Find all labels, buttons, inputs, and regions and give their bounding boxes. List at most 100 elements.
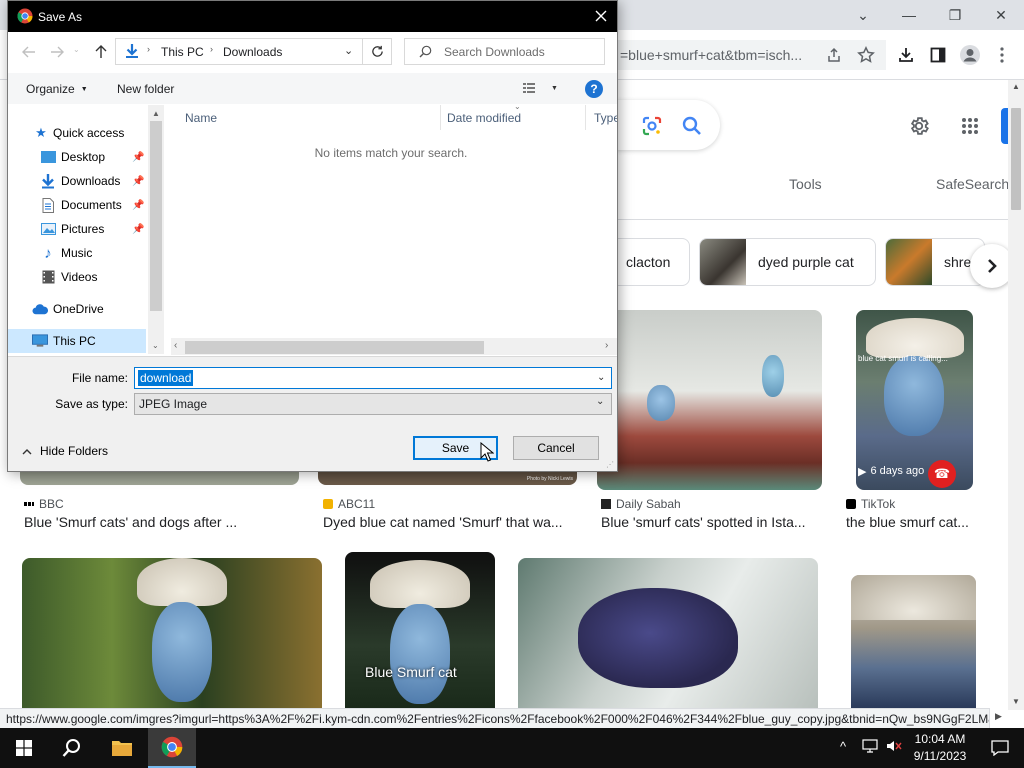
nav-item-this-pc[interactable]: This PC	[8, 329, 146, 353]
close-window-button[interactable]: ✕	[978, 0, 1024, 30]
address-breadcrumb[interactable]: › This PC › Downloads ⌄	[115, 38, 363, 65]
result-image-daily-sabah[interactable]	[597, 310, 822, 490]
result-title-bbc[interactable]: Blue 'Smurf cats' and dogs after ...	[24, 514, 304, 530]
taskbar-search-button[interactable]	[48, 728, 96, 768]
result-image-tiktok[interactable]: blue cat smurf is calling... ▶ 6 days ag…	[856, 310, 973, 490]
apps-grid-icon[interactable]	[958, 114, 982, 138]
result-source-bbc[interactable]: BBC	[24, 497, 64, 511]
tools-tab[interactable]: Tools	[789, 176, 822, 192]
nav-item-desktop[interactable]: Desktop 📌	[8, 145, 148, 169]
nav-item-onedrive[interactable]: OneDrive	[8, 297, 148, 321]
save-as-type-select[interactable]: JPEG Image ⌄	[134, 393, 612, 415]
result-title-tiktok[interactable]: the blue smurf cat...	[846, 514, 986, 530]
nav-item-pictures[interactable]: Pictures 📌	[8, 217, 148, 241]
download-icon[interactable]	[894, 43, 918, 67]
chrome-taskbar-button[interactable]	[148, 728, 196, 768]
pin-icon: 📌	[132, 223, 145, 235]
restore-button[interactable]: ❐	[932, 0, 978, 30]
sort-indicator-icon: ⌄	[514, 102, 521, 111]
back-button[interactable]	[18, 41, 40, 63]
column-name[interactable]: Name	[165, 105, 441, 130]
result-source-abc11[interactable]: ABC11	[323, 497, 375, 511]
resize-grip-icon[interactable]: ⋰	[606, 460, 614, 469]
result-source-tiktok[interactable]: TikTok	[846, 497, 895, 511]
bookmark-star-icon[interactable]	[854, 43, 878, 67]
back-arrow-icon	[22, 46, 35, 58]
share-icon[interactable]	[822, 43, 846, 67]
start-button[interactable]	[0, 728, 48, 768]
hide-folders-button[interactable]: Hide Folders	[22, 444, 108, 458]
side-panel-icon[interactable]	[926, 43, 950, 67]
search-icon[interactable]	[680, 114, 704, 138]
taskbar-clock-date[interactable]: 9/11/2023	[905, 749, 975, 763]
forward-button[interactable]	[46, 41, 68, 63]
dialog-close-button[interactable]	[588, 4, 614, 28]
page-scrollbar-thumb[interactable]	[1011, 108, 1021, 210]
breadcrumb-separator-icon: ›	[147, 44, 150, 54]
hscroll-right-icon[interactable]: ›	[605, 340, 608, 351]
dialog-title-bar[interactable]: Save As	[8, 1, 617, 32]
result-image-smurf-closeup[interactable]	[851, 575, 976, 708]
breadcrumb-downloads[interactable]: Downloads	[223, 45, 282, 59]
nav-item-quick-access[interactable]: ★ Quick access	[8, 121, 148, 145]
cancel-button[interactable]: Cancel	[513, 436, 599, 460]
nav-scroll-thumb[interactable]	[150, 121, 162, 311]
refresh-button[interactable]	[363, 38, 392, 65]
notification-center-button[interactable]	[976, 728, 1024, 768]
smurf-cat-figure	[152, 602, 212, 702]
safesearch-tab[interactable]: SafeSearch	[936, 176, 1009, 192]
organize-button[interactable]: Organize ▼	[26, 82, 88, 96]
help-icon[interactable]: ?	[585, 80, 603, 98]
show-hidden-icons-chevron-icon[interactable]: ^	[840, 739, 846, 754]
tab-search-button[interactable]: ⌄	[840, 0, 886, 30]
settings-gear-icon[interactable]	[906, 113, 932, 139]
lens-camera-icon[interactable]	[640, 114, 664, 138]
organize-dropdown-icon: ▼	[80, 85, 88, 93]
nav-item-downloads[interactable]: Downloads 📌	[8, 169, 148, 193]
chrome-menu-icon[interactable]	[990, 43, 1014, 67]
result-image-smurf-forest[interactable]	[22, 558, 322, 708]
result-title-daily-sabah[interactable]: Blue 'smurf cats' spotted in Ista...	[601, 514, 821, 530]
desktop-icon	[40, 149, 56, 165]
hscroll-thumb[interactable]	[185, 341, 484, 354]
chip-dyed-purple-cat[interactable]: dyed purple cat	[699, 238, 876, 286]
scroll-down-arrow-icon[interactable]: ▼	[1012, 697, 1020, 706]
address-dropdown-chevron-icon[interactable]: ⌄	[344, 44, 353, 57]
taskbar-clock-time[interactable]: 10:04 AM	[905, 732, 975, 746]
nav-scroll-down-icon[interactable]: ⌄	[152, 341, 159, 350]
scroll-up-arrow-icon[interactable]: ▲	[1012, 82, 1020, 91]
hscroll-left-icon[interactable]: ‹	[174, 340, 177, 351]
view-options-button[interactable]: ▼	[523, 82, 558, 94]
new-folder-button[interactable]: New folder	[117, 82, 174, 96]
decline-call-icon: ☎	[928, 460, 956, 488]
minimize-button[interactable]: —	[886, 0, 932, 30]
close-icon	[595, 10, 607, 22]
result-image-purple-kitten[interactable]	[518, 558, 818, 708]
up-arrow-icon	[95, 45, 107, 58]
breadcrumb-this-pc[interactable]: This PC	[161, 45, 204, 59]
file-explorer-taskbar-button[interactable]	[98, 728, 146, 768]
file-name-input[interactable]	[134, 367, 612, 389]
forward-arrow-icon	[51, 46, 64, 58]
up-button[interactable]	[90, 41, 112, 63]
volume-muted-icon[interactable]	[886, 739, 902, 756]
result-title-abc11[interactable]: Dyed blue cat named 'Smurf' that wa...	[323, 514, 588, 530]
view-list-icon	[523, 83, 535, 93]
nav-item-music[interactable]: ♪ Music	[8, 241, 148, 265]
sign-in-button[interactable]	[1001, 108, 1008, 144]
profile-avatar-icon[interactable]	[958, 43, 982, 67]
file-name-dropdown-chevron-icon[interactable]: ⌄	[597, 372, 605, 383]
result-image-blue-smurf-cat[interactable]: Blue Smurf cat	[345, 552, 495, 708]
chip-thumbnail	[886, 239, 932, 285]
recent-locations-chevron-icon[interactable]: ⌄	[73, 45, 80, 54]
nav-scroll-up-icon[interactable]: ▲	[152, 109, 160, 118]
film-icon	[40, 269, 56, 285]
result-source-daily-sabah[interactable]: Daily Sabah	[601, 497, 681, 511]
smurf-cat-figure	[884, 356, 944, 436]
column-type[interactable]: Type	[586, 105, 617, 130]
search-downloads-box[interactable]: Search Downloads	[404, 38, 605, 65]
scroll-right-arrow-icon[interactable]: ▶	[995, 711, 1002, 722]
nav-item-videos[interactable]: Videos	[8, 265, 148, 289]
network-icon[interactable]	[862, 739, 878, 756]
nav-item-documents[interactable]: Documents 📌	[8, 193, 148, 217]
